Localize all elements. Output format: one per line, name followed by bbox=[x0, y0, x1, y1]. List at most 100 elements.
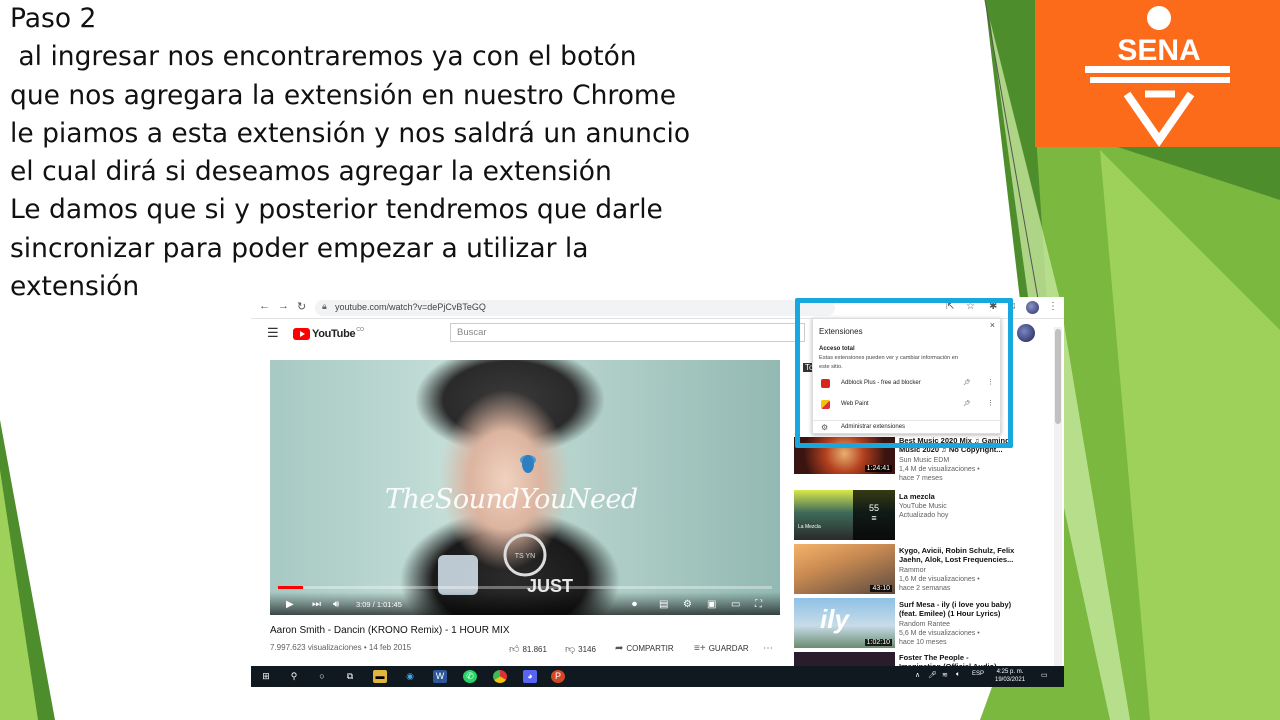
video-thumbnail: 43:10 bbox=[794, 544, 895, 594]
video-title: Surf Mesa - ily (i love you baby) (feat. … bbox=[899, 600, 1012, 618]
video-duration: 43:10 bbox=[870, 585, 892, 592]
clock-date: 19/03/2021 bbox=[995, 677, 1026, 683]
more-actions-icon[interactable]: ⋯ bbox=[763, 643, 773, 654]
dislike-button[interactable]: 👎︎ 3146 bbox=[565, 643, 596, 655]
extensions-highlight-box bbox=[795, 298, 1013, 448]
dislike-count: 3146 bbox=[578, 644, 596, 654]
theater-mode-icon[interactable]: ▭ bbox=[731, 599, 740, 610]
save-button[interactable]: ≡+ GUARDAR bbox=[694, 643, 749, 654]
taskbar-clock[interactable]: 4:25 p. m. 19/03/2021 bbox=[995, 668, 1025, 684]
like-button[interactable]: 👍︎ 81.861 bbox=[509, 643, 547, 655]
channel-name: Sun Music EDM bbox=[899, 457, 950, 464]
view-count: 5,6 M de visualizaciones • bbox=[899, 630, 980, 637]
back-icon[interactable]: ← bbox=[259, 300, 270, 312]
lock-icon: 🔒︎ bbox=[322, 301, 327, 311]
tray-arrow-icon[interactable]: ∧ bbox=[915, 671, 920, 679]
mix-count-overlay: 55 ≡ bbox=[853, 490, 895, 540]
miniplayer-icon[interactable]: ▣ bbox=[707, 599, 716, 610]
search-icon[interactable]: ⚲ bbox=[287, 670, 301, 683]
play-icon[interactable]: ▶ bbox=[286, 599, 294, 610]
video-watermark: TheSoundYouNeed bbox=[385, 484, 638, 515]
search-input[interactable]: Buscar bbox=[450, 323, 805, 342]
fullscreen-icon[interactable]: ⛶ bbox=[755, 599, 762, 610]
channel-name: YouTube Music bbox=[899, 503, 947, 510]
language-indicator[interactable]: ESP bbox=[972, 671, 984, 677]
whatsapp-icon[interactable]: ✆ bbox=[463, 670, 477, 683]
windows-taskbar: ⊞ ⚲ ○ ⧉ ▬ ◉ W ✆ ◕ P ∧ 🎤︎ ≋ 🔈︎ ESP 4:25 p… bbox=[251, 666, 1064, 687]
video-duration: 1:24:41 bbox=[864, 465, 892, 472]
svg-text:TS YN: TS YN bbox=[515, 553, 536, 560]
discord-icon[interactable]: ◕ bbox=[523, 670, 537, 683]
slide-heading: Paso 2 bbox=[10, 3, 97, 34]
cortana-icon[interactable]: ○ bbox=[315, 670, 329, 683]
video-player[interactable]: TS YN JUST TheSoundYouNeed ▶ ⏭ 🔊︎ 3:09 /… bbox=[270, 360, 780, 615]
share-label: COMPARTIR bbox=[626, 644, 674, 653]
address-bar[interactable]: 🔒︎ youtube.com/watch?v=dePjCvBTeGQ bbox=[315, 300, 835, 316]
video-progress-bar[interactable] bbox=[278, 586, 772, 589]
youtube-region: CO bbox=[356, 327, 364, 333]
next-icon[interactable]: ⏭ bbox=[312, 599, 321, 610]
slide-line: sincronizar para poder empezar a utiliza… bbox=[10, 232, 589, 264]
mix-thumb-label: La Mezcla bbox=[798, 524, 821, 530]
list-item[interactable]: Foster The People -Imagination (Official… bbox=[794, 652, 1064, 671]
video-time: 3:09 / 1:01:45 bbox=[356, 600, 402, 609]
share-button[interactable]: ➦ COMPARTIR bbox=[615, 643, 674, 654]
notification-icon[interactable]: ▭ bbox=[1041, 671, 1048, 679]
profile-avatar[interactable] bbox=[1026, 301, 1039, 314]
powerpoint-icon[interactable]: P bbox=[551, 670, 565, 683]
account-avatar[interactable] bbox=[1017, 324, 1035, 342]
forward-icon[interactable]: → bbox=[278, 300, 289, 312]
windows-start-icon[interactable]: ⊞ bbox=[259, 670, 273, 683]
task-view-icon[interactable]: ⧉ bbox=[343, 670, 357, 683]
video-title: La mezcla bbox=[899, 492, 935, 501]
edge-icon[interactable]: ◉ bbox=[403, 670, 417, 683]
clock-time: 4:25 p. m. bbox=[996, 669, 1024, 675]
slide-line: le piamos a esta extensión y nos saldrá … bbox=[10, 117, 691, 149]
word-icon[interactable]: W bbox=[433, 670, 447, 683]
hamburger-menu-icon[interactable]: ☰ bbox=[267, 325, 279, 341]
video-duration: 1:02:10 bbox=[864, 639, 892, 646]
view-count: Actualizado hoy bbox=[899, 512, 949, 519]
sena-logo: SENA bbox=[1035, 0, 1280, 148]
chrome-icon[interactable] bbox=[493, 670, 507, 683]
mix-count: 55 bbox=[868, 503, 879, 513]
volume-icon[interactable]: 🔊︎ bbox=[333, 599, 339, 610]
address-url: youtube.com/watch?v=dePjCvBTeGQ bbox=[335, 302, 486, 312]
share-arrow-icon: ➦ bbox=[615, 643, 624, 654]
scrollbar-thumb[interactable] bbox=[1055, 329, 1061, 424]
microphone-icon[interactable]: 🎤︎ bbox=[928, 671, 937, 679]
youtube-logo[interactable]: YouTube CO bbox=[293, 327, 364, 341]
video-thumbnail: ily 1:02:10 bbox=[794, 598, 895, 648]
file-explorer-icon[interactable]: ▬ bbox=[373, 670, 387, 683]
thumbs-down-icon: 👎︎ bbox=[565, 644, 576, 655]
video-controls bbox=[270, 592, 780, 615]
slide-line: el cual dirá si deseamos agregar la exte… bbox=[10, 156, 612, 188]
channel-name: Rammor bbox=[899, 567, 926, 574]
speaker-icon[interactable]: 🔈︎ bbox=[956, 671, 960, 679]
like-count: 81.861 bbox=[522, 644, 547, 654]
page-scrollbar[interactable] bbox=[1054, 327, 1062, 667]
slide-line: que nos agregara la extensión en nuestro… bbox=[10, 79, 677, 111]
reload-icon[interactable]: ↻ bbox=[297, 300, 306, 313]
search-placeholder: Buscar bbox=[457, 327, 487, 338]
upload-age: hace 7 meses bbox=[899, 475, 943, 482]
thumbs-up-icon: 👍︎ bbox=[509, 644, 520, 655]
slide-line: Le damos que si y posterior tendremos qu… bbox=[10, 194, 663, 226]
upload-age: hace 2 semanas bbox=[899, 585, 951, 592]
list-item[interactable]: 43:10 Kygo, Avicii, Robin Schulz, Felix J… bbox=[794, 544, 1064, 594]
video-title: Aaron Smith - Dancin (KRONO Remix) - 1 H… bbox=[270, 625, 510, 636]
subtitles-icon[interactable]: ▤ bbox=[659, 599, 668, 610]
save-label: GUARDAR bbox=[708, 644, 749, 653]
youtube-logo-word: YouTube bbox=[312, 328, 356, 340]
save-to-playlist-icon: ≡+ bbox=[694, 643, 706, 654]
menu-dots-icon[interactable]: ⋮ bbox=[1048, 301, 1058, 312]
autoplay-toggle[interactable]: ⏺ bbox=[632, 599, 637, 610]
video-progress-fill bbox=[278, 586, 303, 589]
list-item[interactable]: La Mezcla 55 ≡ La mezcla YouTube Music A… bbox=[794, 490, 1064, 540]
upload-age: hace 10 meses bbox=[899, 639, 947, 646]
playlist-icon: ≡ bbox=[871, 513, 877, 523]
list-item[interactable]: ily 1:02:10 Surf Mesa - ily (i love you … bbox=[794, 598, 1064, 648]
video-title: Kygo, Avicii, Robin Schulz, Felix Jaehn, … bbox=[899, 546, 1015, 564]
settings-icon[interactable]: ⚙ bbox=[683, 599, 692, 610]
wifi-icon[interactable]: ≋ bbox=[942, 671, 948, 679]
